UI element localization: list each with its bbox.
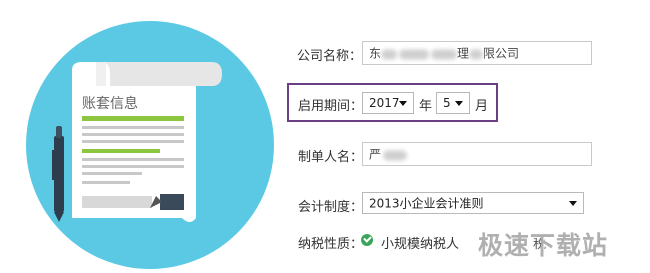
accounting-system-label: 会计制度： <box>298 200 364 215</box>
chevron-down-icon <box>399 101 407 106</box>
year-select[interactable]: 2017 <box>362 92 414 114</box>
year-value: 2017 <box>369 96 400 110</box>
accounting-system-value: 2013小企业会计准则 <box>369 196 484 211</box>
preparer-input[interactable]: 严 <box>362 142 592 166</box>
preparer-prefix: 严 <box>369 147 382 162</box>
taxpayer-option-small-scale[interactable]: 小规模纳税人 <box>381 233 459 252</box>
month-value: 5 <box>443 96 451 110</box>
chevron-down-icon <box>455 101 463 106</box>
taxpayer-type-label: 纳税性质： <box>298 237 364 252</box>
account-info-illustration: 账套信息 <box>26 21 274 269</box>
company-name-prefix: 东 <box>369 46 382 61</box>
start-period-label: 启用期间： <box>298 99 364 114</box>
company-name-suffix: 理 <box>457 46 470 61</box>
company-name-input[interactable]: 东 理限公司 <box>362 41 592 65</box>
site-watermark: 极速下载站 <box>478 231 609 260</box>
month-select[interactable]: 5 <box>436 92 470 114</box>
check-icon[interactable] <box>361 234 373 246</box>
accounting-system-select[interactable]: 2013小企业会计准则 <box>362 192 584 214</box>
company-name-label: 公司名称： <box>297 49 363 64</box>
year-unit: 年 <box>419 99 433 114</box>
document-title: 账套信息 <box>82 95 138 112</box>
month-unit: 月 <box>475 99 489 114</box>
company-name-end: 限公司 <box>483 46 520 61</box>
chevron-down-icon <box>569 201 577 206</box>
paper-curl <box>98 62 222 86</box>
preparer-label: 制单人名： <box>298 150 364 165</box>
